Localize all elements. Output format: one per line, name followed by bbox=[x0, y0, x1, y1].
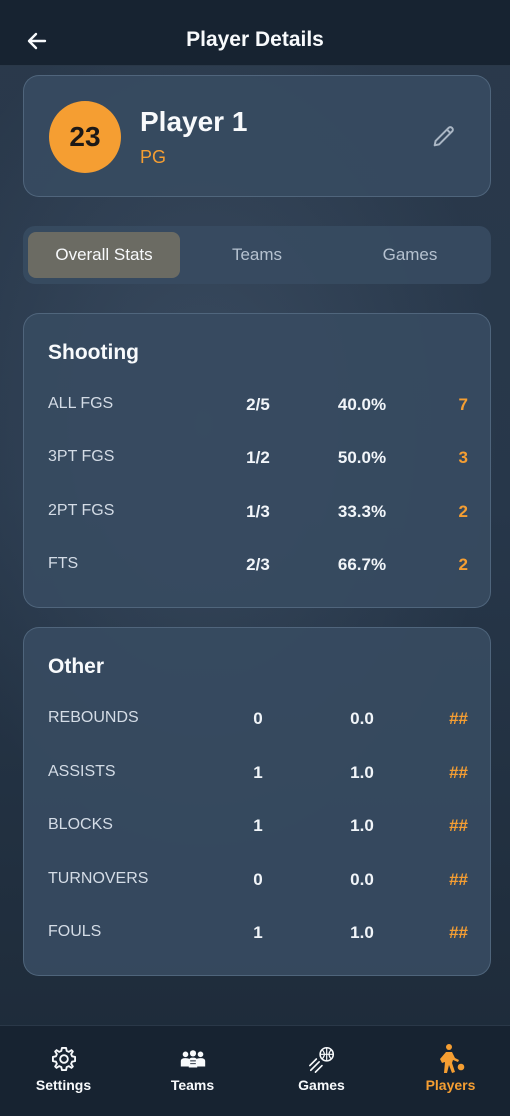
stat-rank: ## bbox=[449, 709, 468, 728]
stat-row-2pt-fgs: 2PT FGS 1/3 33.3% 2 bbox=[24, 498, 492, 524]
stat-total: 1 bbox=[253, 763, 263, 782]
nav-label: Teams bbox=[170, 1077, 215, 1093]
stat-average: 1.0 bbox=[350, 923, 374, 942]
shooting-title: Shooting bbox=[48, 341, 139, 364]
basketball-icon bbox=[307, 1044, 337, 1074]
player-name: Player 1 bbox=[140, 106, 248, 137]
stat-label: FTS bbox=[48, 555, 79, 572]
stat-points: 2 bbox=[458, 555, 468, 574]
stat-rank: ## bbox=[449, 816, 468, 835]
other-title: Other bbox=[48, 655, 105, 678]
player-card: 23 Player 1 PG bbox=[23, 75, 491, 197]
stat-percentage: 66.7% bbox=[337, 555, 387, 574]
pencil-icon bbox=[433, 126, 454, 147]
stat-rank: ## bbox=[449, 870, 468, 889]
stat-label: 2PT FGS bbox=[48, 502, 115, 519]
stat-row-blocks: BLOCKS 1 1.0 ## bbox=[24, 812, 492, 838]
stat-rank: ## bbox=[449, 763, 468, 782]
nav-item-players[interactable]: Players bbox=[387, 1026, 510, 1116]
other-stats-card: Other REBOUNDS 0 0.0 ## ASSISTS 1 1.0 ##… bbox=[23, 627, 491, 976]
stat-row-rebounds: REBOUNDS 0 0.0 ## bbox=[24, 705, 492, 731]
stat-label: ALL FGS bbox=[48, 395, 114, 412]
stat-row-fts: FTS 2/3 66.7% 2 bbox=[24, 551, 492, 577]
player-position: PG bbox=[140, 147, 167, 167]
stat-label: 3PT FGS bbox=[48, 448, 115, 465]
stat-row-fouls: FOULS 1 1.0 ## bbox=[24, 919, 492, 945]
nav-label: Players bbox=[425, 1077, 476, 1093]
stat-made: 1/3 bbox=[246, 502, 270, 521]
stat-total: 0 bbox=[253, 709, 263, 728]
stat-average: 1.0 bbox=[350, 816, 374, 835]
stat-average: 1.0 bbox=[350, 763, 374, 782]
tab-games[interactable]: Games bbox=[334, 232, 486, 278]
nav-item-games[interactable]: Games bbox=[258, 1026, 385, 1116]
stat-row-all-fgs: ALL FGS 2/5 40.0% 7 bbox=[24, 391, 492, 417]
stat-total: 1 bbox=[253, 923, 263, 942]
stat-percentage: 40.0% bbox=[337, 395, 387, 414]
stat-label: TURNOVERS bbox=[48, 870, 149, 887]
stat-label: BLOCKS bbox=[48, 816, 113, 833]
edit-player-button[interactable] bbox=[430, 122, 458, 150]
stat-label: FOULS bbox=[48, 923, 102, 940]
nav-label: Settings bbox=[35, 1077, 92, 1093]
stat-average: 0.0 bbox=[350, 709, 374, 728]
team-icon bbox=[178, 1044, 208, 1074]
stat-percentage: 33.3% bbox=[337, 502, 387, 521]
stat-percentage: 50.0% bbox=[337, 448, 387, 467]
stat-rank: ## bbox=[449, 923, 468, 942]
shooting-card: Shooting ALL FGS 2/5 40.0% 7 3PT FGS 1/2… bbox=[23, 313, 491, 608]
tab-overall-stats[interactable]: Overall Stats bbox=[28, 232, 180, 278]
stat-points: 3 bbox=[458, 448, 468, 467]
tab-teams[interactable]: Teams bbox=[181, 232, 333, 278]
jersey-number-badge: 23 bbox=[49, 101, 121, 173]
player-dribble-icon bbox=[436, 1044, 466, 1074]
nav-label: Games bbox=[298, 1077, 345, 1093]
stats-tab-bar: Overall Stats Teams Games bbox=[23, 226, 491, 284]
stat-row-assists: ASSISTS 1 1.0 ## bbox=[24, 759, 492, 785]
page-title: Player Details bbox=[186, 28, 324, 51]
nav-item-teams[interactable]: Teams bbox=[129, 1026, 256, 1116]
stat-total: 1 bbox=[253, 816, 263, 835]
stat-label: REBOUNDS bbox=[48, 709, 139, 726]
top-bar: Player Details bbox=[0, 0, 510, 66]
stat-made: 2/3 bbox=[246, 555, 270, 574]
stat-row-3pt-fgs: 3PT FGS 1/2 50.0% 3 bbox=[24, 444, 492, 470]
gear-icon bbox=[49, 1044, 79, 1074]
stat-total: 0 bbox=[253, 870, 263, 889]
stat-label: ASSISTS bbox=[48, 763, 116, 780]
stat-row-turnovers: TURNOVERS 0 0.0 ## bbox=[24, 866, 492, 892]
stat-average: 0.0 bbox=[350, 870, 374, 889]
stat-made: 2/5 bbox=[246, 395, 270, 414]
stat-made: 1/2 bbox=[246, 448, 270, 467]
stat-points: 2 bbox=[458, 502, 468, 521]
stat-points: 7 bbox=[458, 395, 468, 414]
nav-item-settings[interactable]: Settings bbox=[0, 1026, 127, 1116]
bottom-navigation: Settings Teams Games Players bbox=[0, 1025, 510, 1116]
